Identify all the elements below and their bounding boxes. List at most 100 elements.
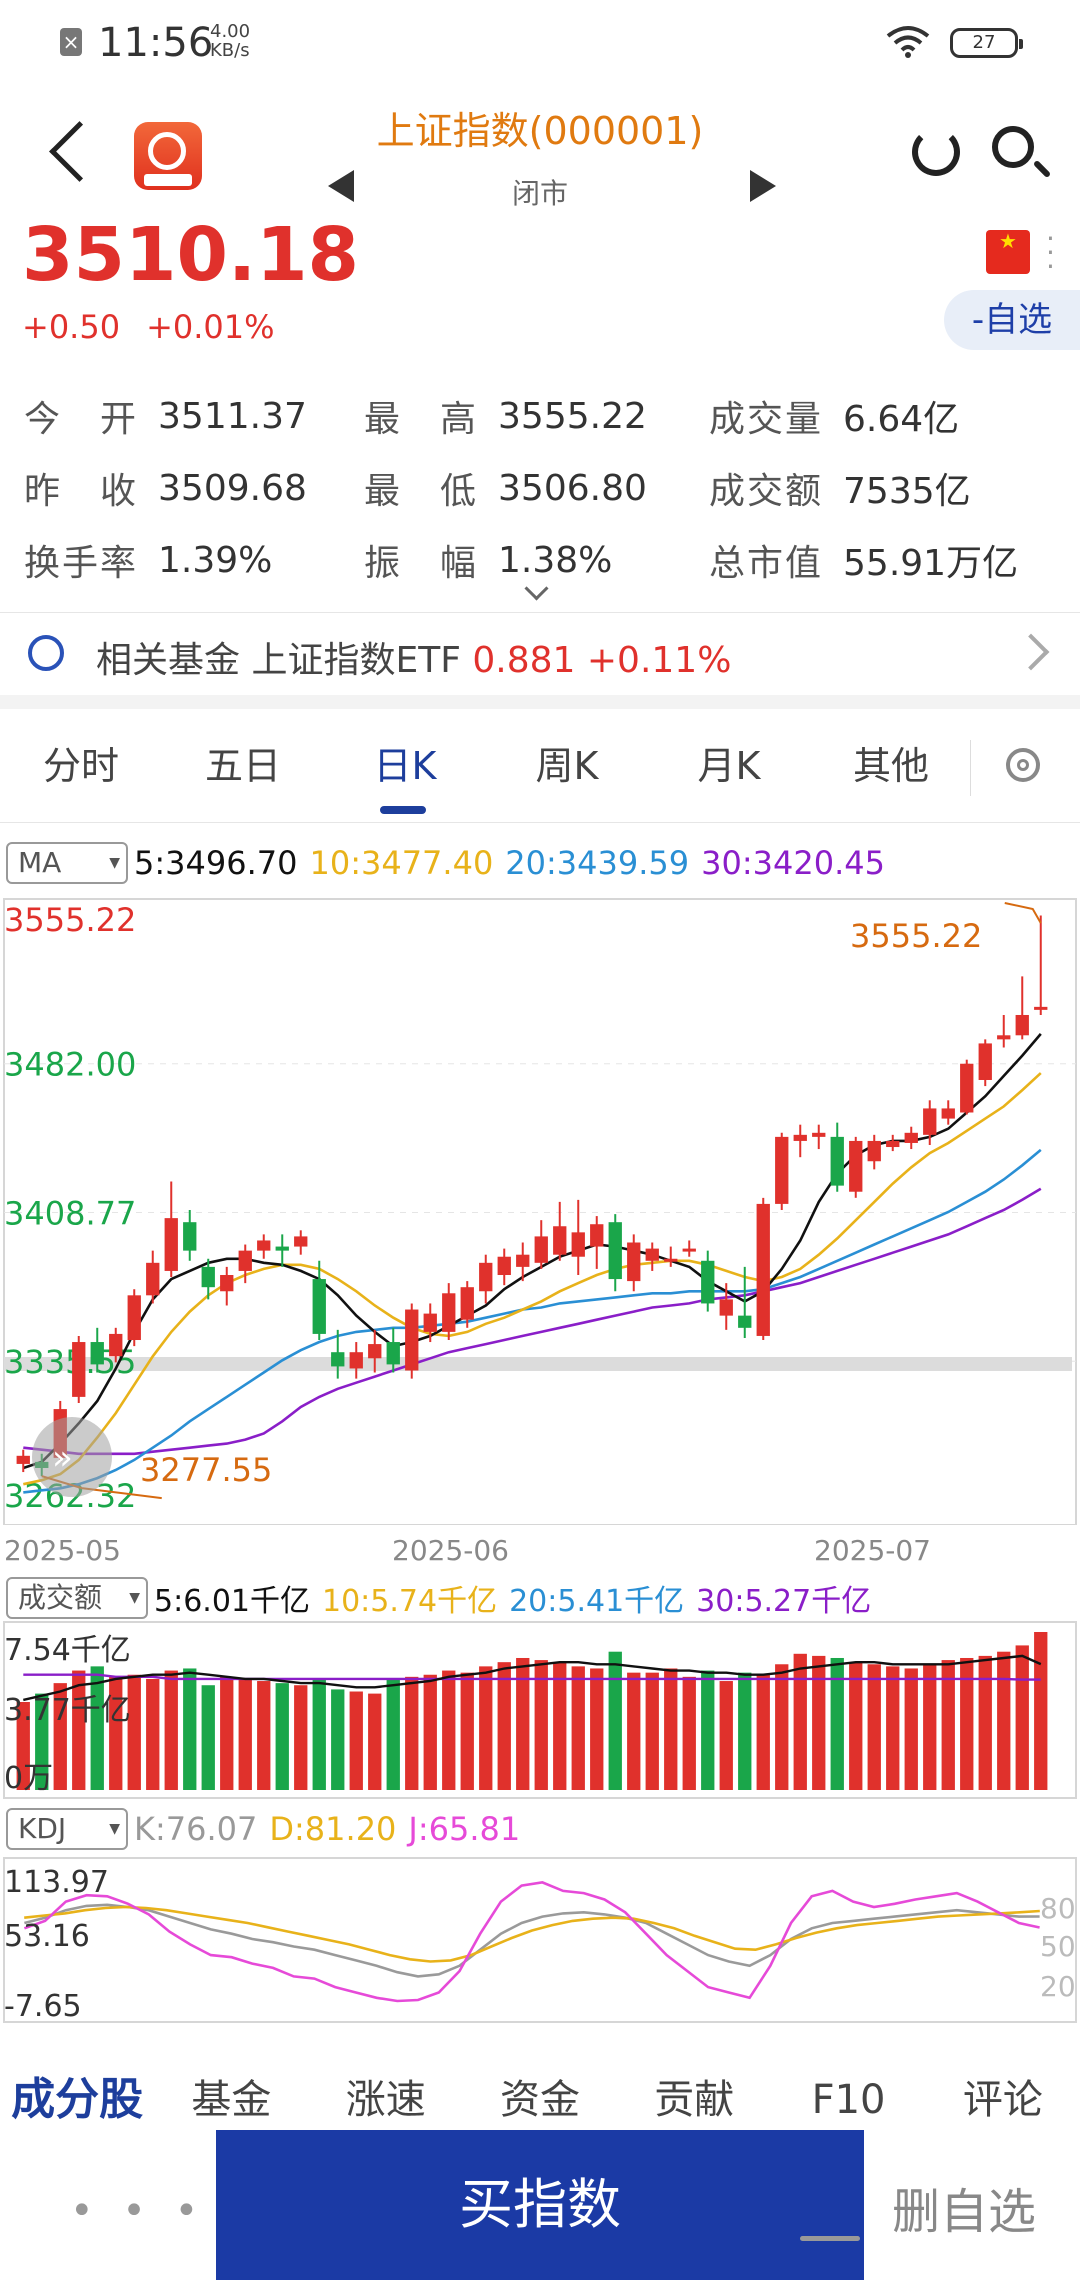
candle-body	[516, 1254, 530, 1267]
candle-body	[201, 1266, 215, 1288]
tab-speed[interactable]: 涨速	[309, 2060, 463, 2140]
candle-body	[497, 1256, 511, 1276]
kdj-selector[interactable]: KDJ	[6, 1808, 128, 1850]
candle-body	[72, 1342, 86, 1397]
candle-body	[664, 1258, 678, 1262]
candle-body	[1015, 1014, 1029, 1036]
candle-body	[849, 1140, 863, 1192]
candle-body	[719, 1299, 733, 1316]
volume-bar	[368, 1693, 382, 1790]
volume-bar	[627, 1672, 641, 1790]
candle-body	[627, 1242, 641, 1282]
tab-capital[interactable]: 资金	[463, 2060, 617, 2140]
volume-bar	[90, 1666, 104, 1790]
kdj-chart[interactable]: 113.97 53.16 -7.65 80 50 20	[0, 1856, 1080, 2026]
tab-contribution[interactable]: 贡献	[617, 2060, 771, 2140]
candle-body	[164, 1218, 178, 1271]
volume-bar	[664, 1668, 678, 1790]
stats-row: 今 开 3511.37 最 高 3555.22 成交量 6.64亿	[24, 380, 1074, 452]
next-stock-icon[interactable]	[750, 170, 776, 202]
candle-body	[645, 1248, 659, 1261]
volume-legend: 成交额 5:6.01千亿 10:5.74千亿 20:5.41千亿 30:5.27…	[6, 1576, 883, 1620]
volume-bar	[682, 1676, 696, 1790]
tab-funds[interactable]: 基金	[154, 2060, 308, 2140]
volume-bar	[738, 1672, 752, 1790]
low-annotation: 3277.55	[140, 1451, 272, 1489]
remove-watchlist-button[interactable]: 删自选	[892, 2172, 1036, 2242]
kdj-d-line	[24, 1905, 1040, 1963]
candle-body	[109, 1333, 123, 1357]
tab-daily-k[interactable]: 日K	[324, 712, 486, 820]
volume-bar	[867, 1664, 881, 1790]
current-price: 3510.18	[22, 212, 360, 298]
notification-icon: ×	[60, 28, 82, 56]
volume-bar	[460, 1672, 474, 1790]
speed-value: 4.00	[210, 21, 251, 42]
ma-selector[interactable]: MA	[6, 842, 128, 884]
candle-body	[886, 1140, 900, 1148]
candle-body	[442, 1293, 456, 1332]
volume-bar	[775, 1664, 789, 1790]
search-icon[interactable]	[992, 126, 1034, 168]
kdj-right-tick-label: 80	[1040, 1892, 1076, 1925]
tab-other[interactable]: 其他	[810, 712, 972, 820]
volume-bar	[220, 1676, 234, 1790]
kdj-j-line	[23, 1881, 1040, 2003]
volume-bar	[1034, 1632, 1048, 1790]
volume-bar	[719, 1681, 733, 1790]
buy-index-button[interactable]: 买指数	[216, 2130, 864, 2280]
more-button[interactable]: • • •	[70, 2188, 206, 2234]
kdj-y-tick-label: -7.65	[4, 1989, 82, 2024]
section-gap	[0, 695, 1080, 709]
scroll-handle-icon: »	[52, 1438, 73, 1478]
related-fund-row[interactable]: 相关基金 上证指数ETF 0.881 +0.11%	[0, 615, 1080, 695]
divider	[0, 822, 1080, 823]
volume-bar	[849, 1662, 863, 1790]
candle-body	[571, 1232, 585, 1257]
change-percent: +0.01%	[146, 308, 275, 346]
fund-percent: +0.11%	[586, 640, 732, 681]
more-vertical-icon[interactable]: · · ·	[1046, 225, 1055, 281]
tab-weekly-k[interactable]: 周K	[486, 712, 648, 820]
divider	[0, 612, 1080, 613]
refresh-icon[interactable]	[912, 128, 960, 176]
tab-f10[interactable]: F10	[771, 2060, 925, 2140]
candle-body	[756, 1203, 770, 1336]
gear-icon[interactable]	[1006, 748, 1040, 782]
divider	[970, 740, 971, 796]
tab-constituents[interactable]: 成分股	[0, 2060, 154, 2140]
candle-body	[590, 1224, 604, 1247]
volume-bar	[146, 1678, 160, 1790]
candlestick-chart[interactable]: 3555.223482.003408.773335.553262.323555.…	[0, 895, 1080, 1525]
candle-body	[183, 1222, 197, 1251]
volume-selector[interactable]: 成交额	[6, 1577, 148, 1619]
ma20-line	[23, 1148, 1042, 1494]
high-pointer	[1004, 902, 1042, 924]
vol-ma10-label: 10:5.74千亿	[322, 1584, 498, 1619]
kdj-d-label: D:81.20	[269, 1810, 397, 1848]
candle-body	[608, 1222, 622, 1280]
kdj-k-line	[24, 1903, 1040, 1978]
tab-intraday[interactable]: 分时	[0, 712, 162, 820]
volume-bar	[756, 1674, 770, 1790]
volume-bar	[312, 1678, 326, 1790]
stat-market-cap: 总市值 55.91万亿	[709, 543, 1019, 584]
tab-five-day[interactable]: 五日	[162, 712, 324, 820]
y-tick-label: 3408.77	[4, 1195, 136, 1233]
volume-bar	[812, 1655, 826, 1790]
speed-unit: KB/s	[210, 40, 250, 61]
kdj-right-tick-label: 20	[1040, 1970, 1076, 2003]
candle-body	[405, 1309, 419, 1371]
stat-prev-close: 昨 收 3509.68	[24, 467, 307, 513]
volume-bar	[442, 1670, 456, 1790]
candle-body	[349, 1352, 363, 1369]
volume-chart[interactable]: 7.54千亿 3.77千亿 0万	[0, 1620, 1080, 1800]
fund-compass-icon	[28, 635, 64, 671]
chevron-right-icon	[1012, 633, 1050, 671]
stat-turnover-rate: 换手率 1.39%	[24, 539, 273, 585]
watchlist-button[interactable]: -自选	[944, 290, 1080, 350]
tab-comments[interactable]: 评论	[926, 2060, 1080, 2140]
candle-body	[294, 1236, 308, 1247]
stats-row: 换手率 1.39% 振 幅 1.38% 总市值 55.91万亿	[24, 524, 1074, 596]
tab-monthly-k[interactable]: 月K	[648, 712, 810, 820]
